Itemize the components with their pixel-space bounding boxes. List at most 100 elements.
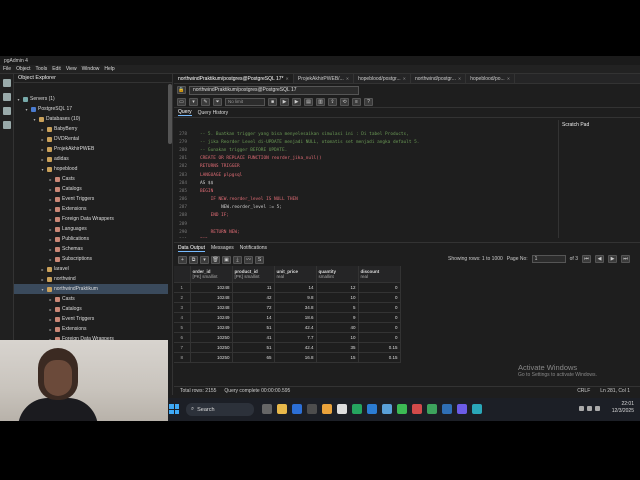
result-grid[interactable]: order_id [PK] smallint product_id [PK] smal…: [174, 266, 401, 363]
tree-node[interactable]: ▾ Databases (10): [14, 114, 168, 124]
table-cell[interactable]: 11: [232, 282, 275, 293]
chrome-profile-icon[interactable]: [397, 404, 407, 414]
app-red-icon[interactable]: [412, 404, 422, 414]
table-cell[interactable]: 51: [232, 342, 275, 353]
connection-select[interactable]: northwindPraktikum/postgres@PostgreSQL 1…: [189, 85, 359, 95]
table-cell[interactable]: 14: [232, 312, 275, 323]
column-header[interactable]: quantity smallint: [316, 266, 359, 283]
close-icon[interactable]: ✕: [286, 76, 289, 81]
chevron-right-icon[interactable]: ▸: [40, 137, 45, 142]
chevron-right-icon[interactable]: ▸: [48, 307, 53, 312]
table-cell[interactable]: 42.4: [274, 342, 317, 353]
table-cell[interactable]: 0.15: [358, 352, 401, 363]
chevron-right-icon[interactable]: ▸: [40, 267, 45, 272]
download-icon[interactable]: ⤓: [233, 255, 242, 264]
chevron-right-icon[interactable]: ▸: [48, 187, 53, 192]
table-cell[interactable]: 0: [358, 322, 401, 333]
menu-tools[interactable]: Tools: [36, 66, 48, 72]
clock[interactable]: 22:01 12/3/2025: [612, 401, 634, 415]
explain-analyze-icon[interactable]: ▥: [316, 97, 325, 106]
stop-icon[interactable]: ■: [268, 97, 277, 106]
table-cell[interactable]: 18.6: [274, 312, 317, 323]
chevron-down-icon[interactable]: ▾: [40, 167, 45, 172]
tab-messages[interactable]: Messages: [211, 245, 234, 251]
scratch-pad[interactable]: [558, 130, 640, 238]
table-cell[interactable]: 16.8: [274, 352, 317, 363]
table-cell[interactable]: 7.7: [274, 332, 317, 343]
table-cell[interactable]: 42.4: [274, 322, 317, 333]
row-limit-select[interactable]: No limit: [225, 97, 265, 106]
table-cell[interactable]: 35: [316, 342, 359, 353]
close-icon[interactable]: ✕: [346, 76, 349, 81]
tree-node[interactable]: ▾ Servers (1): [14, 94, 168, 104]
editor-tab[interactable]: northwind/postgr... ✕: [411, 74, 467, 83]
table-cell[interactable]: 10250: [190, 342, 233, 353]
edge-icon[interactable]: [292, 404, 302, 414]
chevron-right-icon[interactable]: ▸: [40, 147, 45, 152]
page-number-input[interactable]: 1: [531, 255, 566, 263]
taskbar-search[interactable]: ⌕ Search: [186, 403, 254, 416]
table-cell[interactable]: 0: [358, 292, 401, 303]
word-icon[interactable]: [442, 404, 452, 414]
rollback-icon[interactable]: ⟲: [340, 97, 349, 106]
table-cell[interactable]: 40: [316, 322, 359, 333]
chevron-right-icon[interactable]: ▸: [48, 317, 53, 322]
table-cell[interactable]: 10249: [190, 312, 233, 323]
table-cell[interactable]: 5: [316, 302, 359, 313]
camera-icon[interactable]: [337, 404, 347, 414]
table-row[interactable]: 7 10250 51 42.4 35 0.15: [174, 342, 401, 353]
tab-notifications[interactable]: Notifications: [240, 245, 267, 251]
menu-window[interactable]: Window: [82, 66, 100, 72]
table-cell[interactable]: 41: [232, 332, 275, 343]
table-cell[interactable]: 51: [232, 322, 275, 333]
menu-view[interactable]: View: [66, 66, 77, 72]
table-cell[interactable]: 10248: [190, 302, 233, 313]
close-icon[interactable]: ✕: [403, 76, 406, 81]
menu-edit[interactable]: Edit: [52, 66, 61, 72]
chevron-down-icon[interactable]: ▾: [24, 107, 29, 112]
table-cell[interactable]: 15: [316, 352, 359, 363]
open-file-icon[interactable]: ▭: [177, 97, 186, 106]
chevron-down-icon[interactable]: ▾: [32, 117, 37, 122]
chevron-right-icon[interactable]: ▸: [48, 177, 53, 182]
whatsapp-icon[interactable]: [352, 404, 362, 414]
system-tray[interactable]: [579, 406, 600, 411]
editor-tab[interactable]: northwindPraktikum/postgres@PostgreSQL 1…: [174, 74, 294, 83]
tree-node[interactable]: ▾ northwindPraktikum: [14, 284, 168, 294]
prev-page-icon[interactable]: ◀: [595, 255, 604, 263]
table-cell[interactable]: 10: [316, 292, 359, 303]
store-icon[interactable]: [307, 404, 317, 414]
tree-node[interactable]: ▸ Catalogs: [14, 304, 168, 314]
commit-icon[interactable]: ⇪: [328, 97, 337, 106]
menu-file[interactable]: File: [3, 66, 11, 72]
table-cell[interactable]: 14: [274, 282, 317, 293]
chevron-right-icon[interactable]: ▸: [48, 247, 53, 252]
add-row-icon[interactable]: +: [178, 255, 187, 264]
tree-node[interactable]: ▸ DVDRental: [14, 134, 168, 144]
app-purple-icon[interactable]: [457, 404, 467, 414]
table-row[interactable]: 3 10248 72 34.8 5 0: [174, 302, 401, 313]
tree-node[interactable]: ▸ Subscriptions: [14, 254, 168, 264]
last-page-icon[interactable]: ⏭: [621, 255, 630, 263]
battery-icon[interactable]: [595, 406, 600, 411]
save-icon[interactable]: ▾: [189, 97, 198, 106]
table-cell[interactable]: 42: [232, 292, 275, 303]
table-cell[interactable]: 0: [358, 282, 401, 293]
edit-icon[interactable]: ✎: [201, 97, 210, 106]
table-row[interactable]: 2 10248 42 9.8 10 0: [174, 292, 401, 303]
terminal-icon[interactable]: [3, 107, 11, 115]
table-cell[interactable]: 0: [358, 332, 401, 343]
explorer-icon[interactable]: [3, 79, 11, 87]
tree-node[interactable]: ▾ hopeblood: [14, 164, 168, 174]
chevron-right-icon[interactable]: ▸: [48, 207, 53, 212]
table-cell[interactable]: 0: [358, 312, 401, 323]
tree-node[interactable]: ▸ Event Triggers: [14, 194, 168, 204]
save-data-icon[interactable]: ▣: [222, 255, 231, 264]
pgadmin-taskbar-icon[interactable]: [382, 404, 392, 414]
windows-start-icon[interactable]: [169, 404, 179, 414]
help-icon[interactable]: ?: [364, 97, 373, 106]
tree-node[interactable]: ▸ Languages: [14, 224, 168, 234]
volume-icon[interactable]: [587, 406, 592, 411]
tree-node[interactable]: ▸ BabyBerry: [14, 124, 168, 134]
chrome-icon[interactable]: [322, 404, 332, 414]
